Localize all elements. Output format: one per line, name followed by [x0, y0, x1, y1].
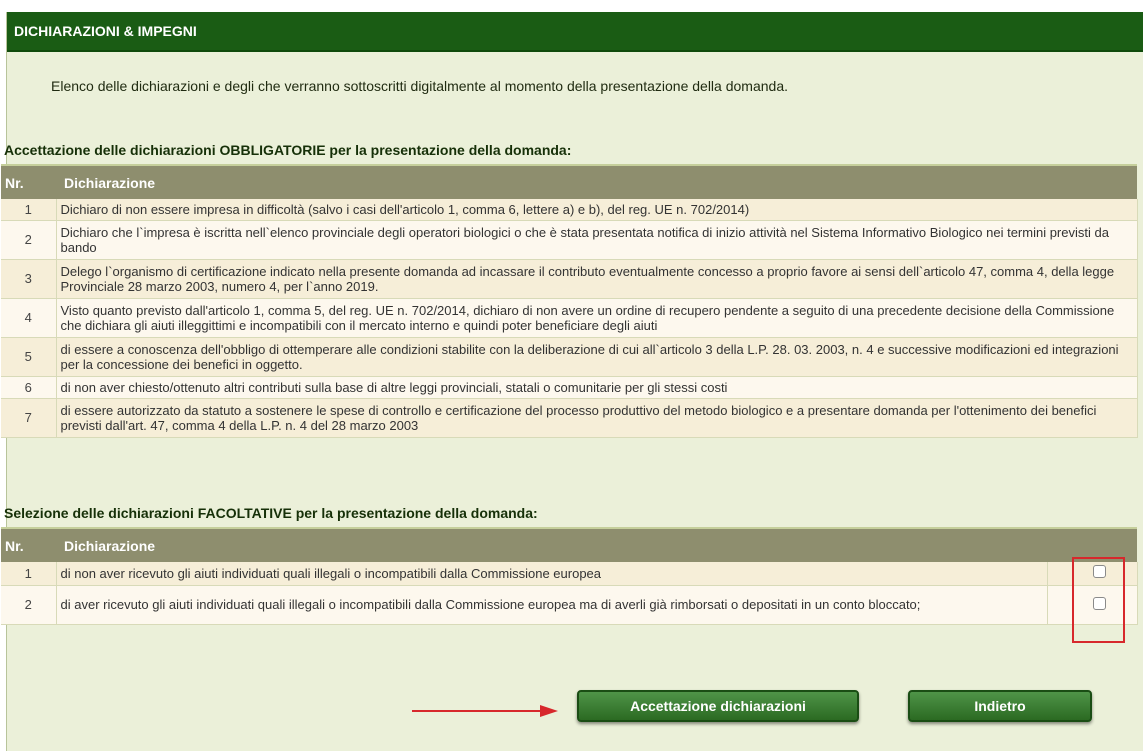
column-header-declaration: Dichiarazione: [56, 527, 1047, 562]
column-header-declaration: Dichiarazione: [56, 164, 1137, 199]
intro-text: Elenco delle dichiarazioni e degli che v…: [51, 78, 788, 94]
mandatory-declarations-table: Nr. Dichiarazione 1 Dichiaro di non esse…: [1, 164, 1138, 438]
table-row: 2 di aver ricevuto gli aiuti individuati…: [1, 585, 1138, 625]
panel-header: DICHIARAZIONI & IMPEGNI: [7, 12, 1143, 52]
declaration-text: di aver ricevuto gli aiuti individuati q…: [56, 585, 1048, 625]
row-number: 7: [1, 398, 57, 438]
accept-declarations-button[interactable]: Accettazione dichiarazioni: [577, 690, 859, 722]
row-number: 1: [1, 199, 57, 221]
row-number: 2: [1, 220, 57, 260]
table-row: 1 di non aver ricevuto gli aiuti individ…: [1, 562, 1138, 586]
table-row: 3 Delego l`organismo di certificazione i…: [1, 259, 1138, 299]
declaration-text: Dichiaro di non essere impresa in diffic…: [56, 199, 1138, 221]
optional-section-title: Selezione delle dichiarazioni FACOLTATIV…: [4, 505, 538, 521]
declaration-text: di non aver chiesto/ottenuto altri contr…: [56, 376, 1138, 399]
red-arrow-icon: [412, 705, 558, 717]
row-number: 5: [1, 337, 57, 377]
row-number: 6: [1, 376, 57, 399]
table-row: 2 Dichiaro che l`impresa è iscritta nell…: [1, 220, 1138, 260]
table-row: 4 Visto quanto previsto dall'articolo 1,…: [1, 298, 1138, 338]
declaration-text: di essere a conoscenza dell'obbligo di o…: [56, 337, 1138, 377]
column-header-nr: Nr.: [1, 164, 56, 199]
optional-declarations-table: Nr. Dichiarazione 1 di non aver ricevuto…: [1, 527, 1138, 625]
panel-title: DICHIARAZIONI & IMPEGNI: [14, 23, 197, 39]
back-button[interactable]: Indietro: [908, 690, 1092, 722]
table-row: 6 di non aver chiesto/ottenuto altri con…: [1, 376, 1138, 399]
table-row: 5 di essere a conoscenza dell'obbligo di…: [1, 337, 1138, 377]
row-number: 2: [1, 585, 57, 625]
highlight-box: [1072, 557, 1125, 643]
column-header-nr: Nr.: [1, 527, 56, 562]
table-header-row: Nr. Dichiarazione: [1, 164, 1137, 199]
declaration-text: di essere autorizzato da statuto a soste…: [56, 398, 1138, 438]
row-number: 3: [1, 259, 57, 299]
row-number: 1: [1, 562, 57, 586]
declaration-text: Dichiaro che l`impresa è iscritta nell`e…: [56, 220, 1138, 260]
row-number: 4: [1, 298, 57, 338]
declaration-text: di non aver ricevuto gli aiuti individua…: [56, 562, 1048, 586]
table-row: 7 di essere autorizzato da statuto a sos…: [1, 398, 1138, 438]
declaration-text: Delego l`organismo di certificazione ind…: [56, 259, 1138, 299]
table-row: 1 Dichiaro di non essere impresa in diff…: [1, 199, 1138, 221]
declaration-text: Visto quanto previsto dall'articolo 1, c…: [56, 298, 1138, 338]
mandatory-section-title: Accettazione delle dichiarazioni OBBLIGA…: [4, 142, 572, 158]
table-header-row: Nr. Dichiarazione: [1, 527, 1137, 562]
